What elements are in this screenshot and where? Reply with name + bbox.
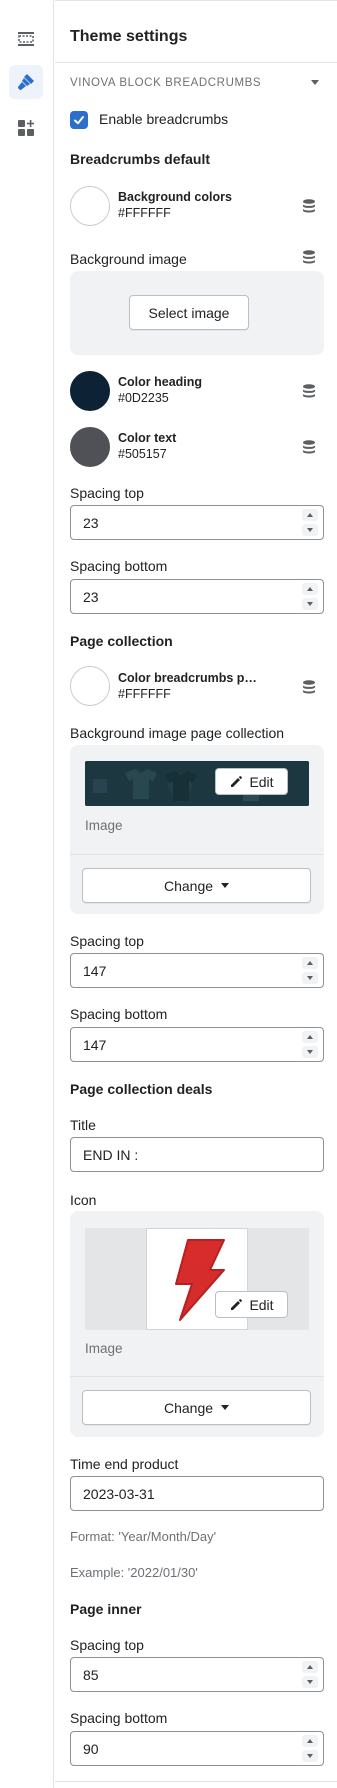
inner-spacing-top-label: Spacing top: [70, 1637, 144, 1653]
collection-spacing-top-label: Spacing top: [70, 933, 144, 949]
theme-settings-panel: Theme settings VINOVA BLOCK BREADCRUMBS …: [55, 0, 337, 1788]
number-stepper[interactable]: [302, 957, 318, 984]
edit-label: Edit: [249, 1296, 274, 1313]
pencil-icon: [231, 775, 243, 787]
example-help-text: Example: '2022/01/30': [70, 1565, 198, 1580]
page-collection-heading: Page collection: [70, 633, 173, 649]
edit-image-button[interactable]: Edit: [215, 768, 288, 795]
color-breadcrumbs-swatch[interactable]: [70, 666, 110, 706]
color-heading-swatch[interactable]: [70, 371, 110, 411]
number-stepper[interactable]: [302, 509, 318, 536]
background-image-label: Background image: [70, 251, 187, 267]
background-image-picker: Select image: [70, 271, 324, 355]
database-icon[interactable]: [301, 383, 317, 399]
color-heading-label: Color heading: [118, 375, 203, 389]
time-end-value: 2023-03-31: [83, 1485, 155, 1502]
spacing-top-label: Spacing top: [70, 485, 144, 501]
icon-image-picker: Edit Image Change: [70, 1211, 324, 1437]
collection-spacing-bottom-input[interactable]: 147: [70, 1027, 324, 1062]
database-icon[interactable]: [301, 439, 317, 455]
number-stepper[interactable]: [302, 583, 318, 610]
enable-breadcrumbs-label[interactable]: Enable breadcrumbs: [99, 111, 228, 127]
spacing-bottom-label: Spacing bottom: [70, 558, 168, 574]
page-inner-heading: Page inner: [70, 1601, 142, 1617]
divider: [70, 854, 324, 855]
time-end-label: Time end product: [70, 1456, 179, 1472]
deals-title-label: Title: [70, 1117, 96, 1133]
divider: [70, 1376, 324, 1377]
database-icon[interactable]: [301, 679, 317, 695]
number-stepper[interactable]: [302, 1735, 318, 1762]
caret-down-icon: [221, 883, 230, 888]
collection-spacing-top-value: 147: [83, 962, 107, 979]
pencil-icon: [231, 1298, 243, 1310]
inner-spacing-bottom-label: Spacing bottom: [70, 1710, 168, 1726]
color-heading-hex: #0D2235: [118, 391, 169, 405]
spacing-bottom-value: 23: [83, 588, 99, 605]
panel-title: Theme settings: [70, 28, 188, 45]
background-colors-label: Background colors: [118, 190, 232, 204]
format-help-text: Format: 'Year/Month/Day': [70, 1529, 217, 1544]
caret-down-icon: [221, 1405, 230, 1410]
number-stepper[interactable]: [302, 1031, 318, 1058]
collection-deals-heading: Page collection deals: [70, 1081, 213, 1097]
collection-spacing-bottom-label: Spacing bottom: [70, 1006, 168, 1022]
background-colors-hex: #FFFFFF: [118, 206, 171, 220]
color-breadcrumbs-hex: #FFFFFF: [118, 687, 171, 701]
image-caption: Image: [85, 1341, 123, 1356]
image-caption: Image: [85, 818, 123, 833]
time-end-input[interactable]: 2023-03-31: [70, 1476, 324, 1511]
change-label: Change: [163, 877, 214, 894]
sections-icon[interactable]: [9, 22, 43, 56]
collection-bg-image-picker: Edit Image Change: [70, 745, 324, 914]
spacing-top-input[interactable]: 23: [70, 505, 324, 540]
inner-spacing-bottom-input[interactable]: 90: [70, 1731, 324, 1766]
spacing-bottom-input[interactable]: 23: [70, 579, 324, 614]
deals-title-value: END IN :: [83, 1146, 139, 1163]
left-rail: [0, 0, 54, 1788]
edit-icon-button[interactable]: Edit: [215, 1291, 288, 1318]
spacing-top-value: 23: [83, 514, 99, 531]
inner-spacing-bottom-value: 90: [83, 1740, 99, 1757]
collection-bg-image-label: Background image page collection: [70, 725, 285, 741]
inner-spacing-top-value: 85: [83, 1666, 99, 1683]
collection-spacing-bottom-value: 147: [83, 1036, 107, 1053]
select-image-button[interactable]: Select image: [129, 295, 249, 330]
color-text-swatch[interactable]: [70, 427, 110, 467]
divider: [55, 62, 337, 63]
icon-label: Icon: [70, 1192, 97, 1208]
change-label: Change: [163, 1399, 214, 1416]
apps-icon[interactable]: [9, 111, 43, 145]
section-name[interactable]: VINOVA BLOCK BREADCRUMBS: [70, 77, 261, 89]
divider: [55, 1781, 337, 1782]
color-text-hex: #505157: [118, 447, 167, 461]
database-icon[interactable]: [301, 249, 317, 265]
change-icon-button[interactable]: Change: [82, 1390, 311, 1425]
color-text-label: Color text: [118, 431, 177, 445]
inner-spacing-top-input[interactable]: 85: [70, 1657, 324, 1692]
collection-spacing-top-input[interactable]: 147: [70, 953, 324, 988]
database-icon[interactable]: [301, 198, 317, 214]
edit-label: Edit: [249, 773, 274, 790]
color-breadcrumbs-label: Color breadcrumbs page c...: [118, 671, 258, 685]
deals-title-input[interactable]: END IN :: [70, 1137, 324, 1172]
change-image-button[interactable]: Change: [82, 868, 311, 903]
enable-breadcrumbs-checkbox[interactable]: [70, 111, 88, 129]
brush-icon[interactable]: [9, 65, 43, 99]
breadcrumbs-default-heading: Breadcrumbs default: [70, 151, 211, 167]
check-icon: [74, 116, 84, 125]
number-stepper[interactable]: [302, 1661, 318, 1688]
background-colors-swatch[interactable]: [70, 186, 110, 226]
chevron-down-icon[interactable]: [311, 80, 319, 85]
